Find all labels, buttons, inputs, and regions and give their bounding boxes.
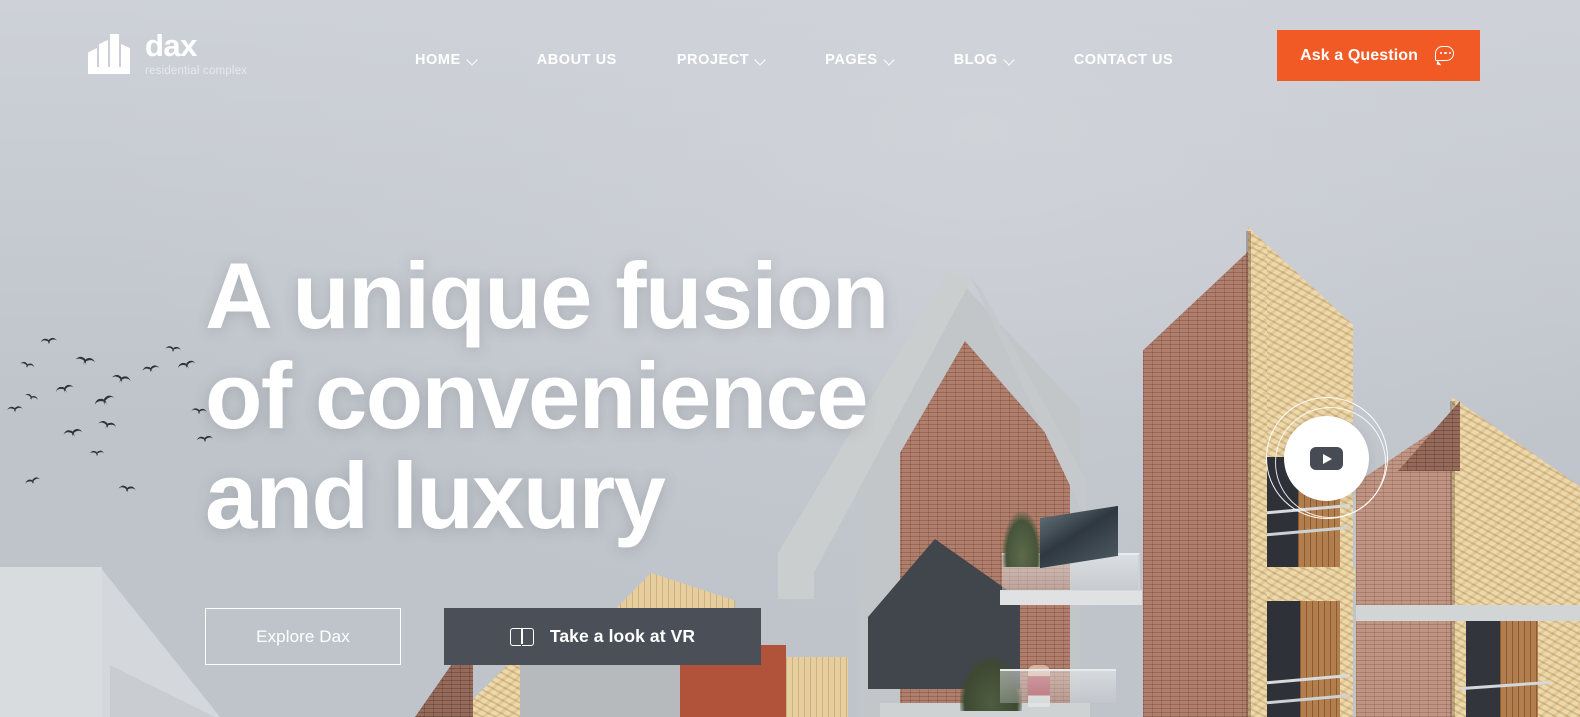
nav-label-contact-us: CONTACT US [1073,52,1174,68]
headline-line-2: of convenience [205,343,869,448]
nav-item-contact-us[interactable]: CONTACT US [1074,52,1173,68]
nav-item-pages[interactable]: PAGES [825,52,922,68]
bottom-left-roof [110,665,215,717]
ask-a-question-button[interactable]: Ask a Question [1277,30,1480,81]
headline-line-1: A unique fusion [205,243,889,348]
play-button-icon [1310,447,1343,470]
take-a-look-at-vr-button[interactable]: Take a look at VR [444,608,761,665]
nav-label-pages: PAGES [825,52,878,68]
tower-slab-mid [1255,569,1355,591]
vr-button-label: Take a look at VR [549,626,696,646]
chevron-down-icon [468,56,477,65]
site-logo[interactable]: dax residential complex [88,30,247,78]
nav-label-project: PROJECT [676,52,750,68]
tower-mullion [1251,247,1267,717]
building-center-wood [786,657,848,717]
chat-bubble-icon [1435,46,1457,66]
hero-cta-row: Explore Dax Take a look at VR [205,608,761,665]
open-book-icon [509,627,534,646]
building-left-wall [0,567,102,717]
building-midleft-brick [415,657,473,717]
headline-line-3: and luxury [205,443,666,548]
site-header: dax residential complex HOME ABOUT US PR… [0,0,1580,110]
foreground-rail [1000,669,1116,703]
nav-item-home[interactable]: HOME [415,52,506,68]
building-logo-icon [88,30,134,74]
nav-label-about-us: ABOUT US [536,52,617,68]
explore-dax-label: Explore Dax [256,626,350,646]
play-button[interactable] [1284,416,1369,501]
logo-name: dax [145,28,197,63]
nav-label-blog: BLOG [953,52,998,68]
right-tower-soffit [1500,621,1538,717]
explore-dax-button[interactable]: Explore Dax [205,608,401,665]
video-play-widget[interactable] [1266,397,1388,519]
chevron-down-icon [756,56,765,65]
nav-label-home: HOME [415,52,461,68]
hero-section: A unique fusion of convenience and luxur… [0,0,1580,717]
main-navigation: HOME ABOUT US PROJECT PAGES BLOG CONTACT… [415,52,1173,68]
ask-a-question-label: Ask a Question [1300,46,1418,64]
chevron-down-icon [1005,56,1014,65]
balcony-mid-slab [1000,590,1142,605]
hero-heading-block: A unique fusion of convenience and luxur… [205,243,889,548]
right-tower-slab [1356,605,1580,621]
logo-tagline: residential complex [145,65,248,77]
chevron-down-icon [885,56,894,65]
balcony-plant [1002,511,1042,567]
nav-item-blog[interactable]: BLOG [954,52,1043,68]
nav-item-project[interactable]: PROJECT [677,52,794,68]
tower-left-brick-face [1143,247,1253,717]
nav-item-about-us[interactable]: ABOUT US [537,52,646,68]
